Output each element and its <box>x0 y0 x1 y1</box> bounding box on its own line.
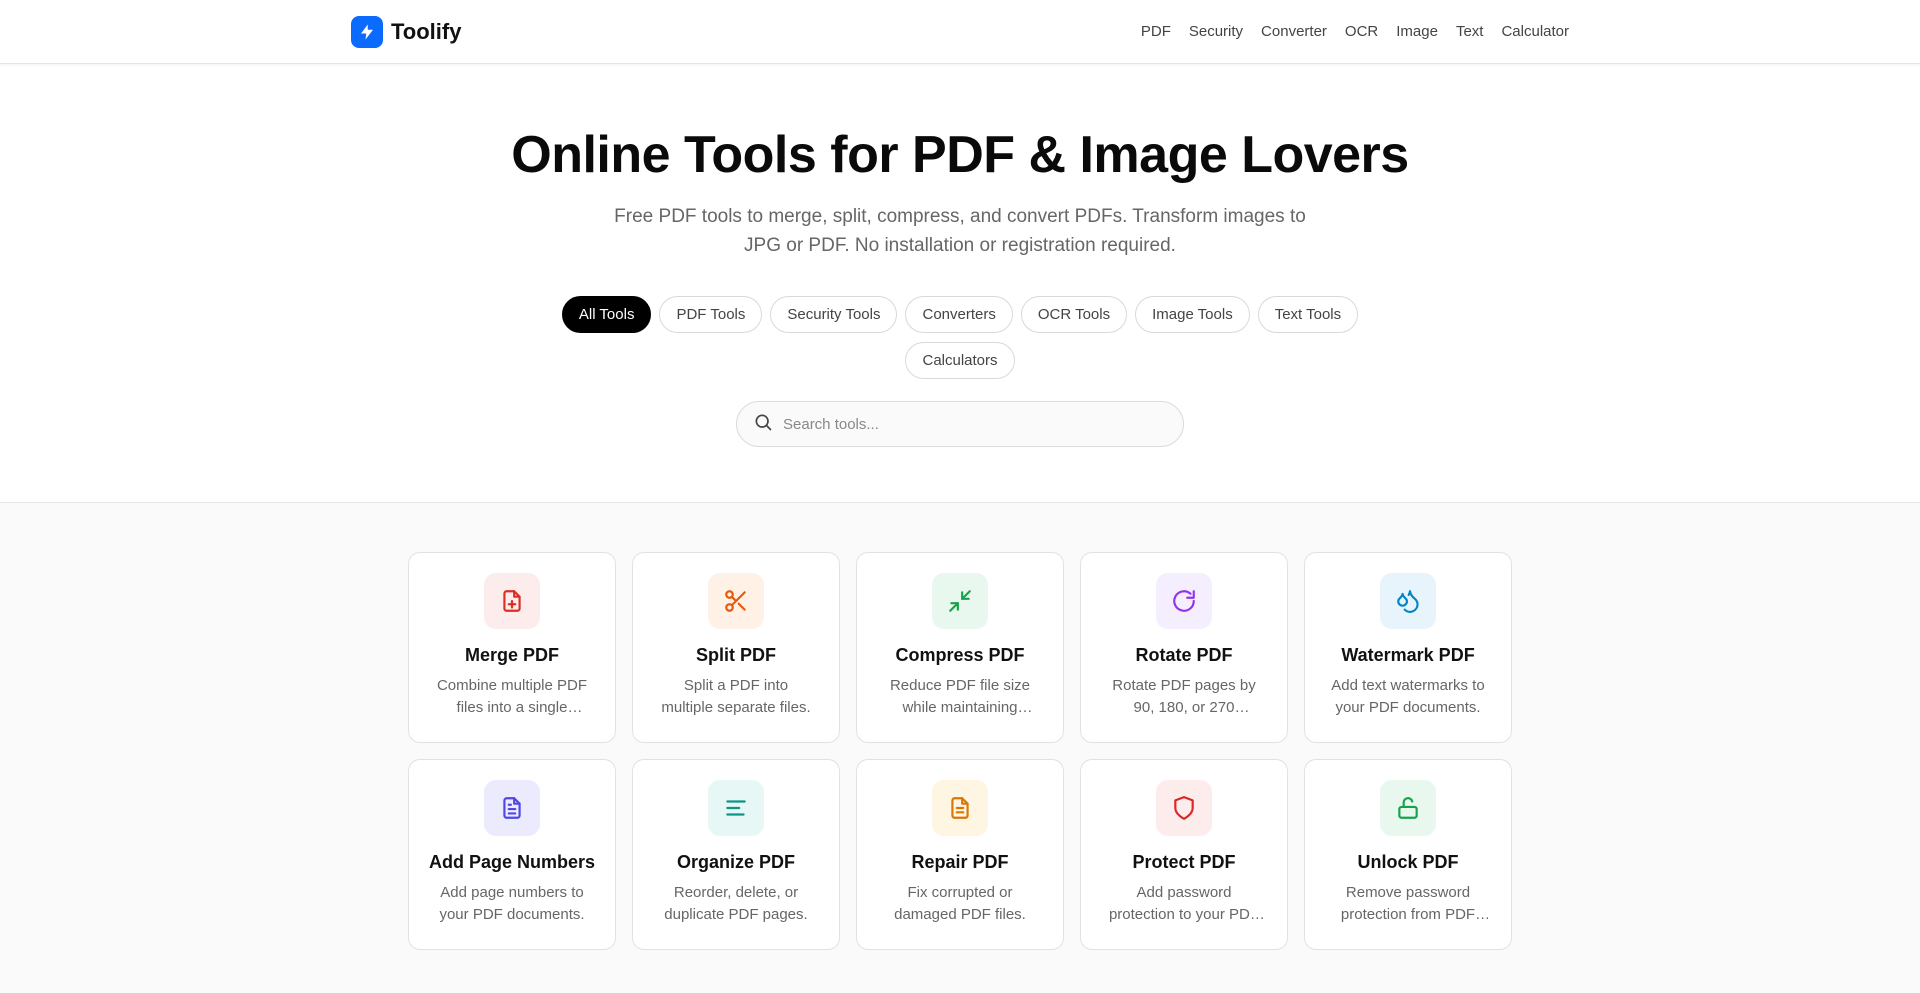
tool-card-unlock-pdf[interactable]: Unlock PDF Remove password protection fro… <box>1304 759 1512 950</box>
tool-card-merge-pdf[interactable]: Merge PDF Combine multiple PDF files into… <box>408 552 616 743</box>
tool-card-add-page-numbers[interactable]: Add Page Numbers Add page numbers to your… <box>408 759 616 950</box>
filter-security-tools[interactable]: Security Tools <box>770 296 898 334</box>
compress-icon <box>932 573 988 629</box>
category-filters: All Tools PDF Tools Security Tools Conve… <box>530 296 1390 380</box>
nav-link-security[interactable]: Security <box>1189 23 1243 40</box>
tool-card-watermark-pdf[interactable]: Watermark PDF Add text watermarks to your… <box>1304 552 1512 743</box>
page-subtitle: Free PDF tools to merge, split, compress… <box>614 206 1306 257</box>
tool-description: Reorder, delete, or duplicate PDF pages. <box>664 884 808 923</box>
top-navigation: Toolify PDF Security Converter OCR Image… <box>0 0 1920 64</box>
nav-link-converter[interactable]: Converter <box>1261 23 1327 40</box>
tool-title: Add Page Numbers <box>428 852 596 872</box>
tool-title: Repair PDF <box>911 852 1009 872</box>
tool-card-repair-pdf[interactable]: Repair PDF Fix corrupted or damaged PDF f… <box>856 759 1064 950</box>
tool-title: Rotate PDF <box>1135 645 1233 665</box>
filter-pdf-tools[interactable]: PDF Tools <box>659 296 763 334</box>
nav-link-ocr[interactable]: OCR <box>1345 23 1378 40</box>
tool-description: Add text watermarks to your PDF document… <box>1331 677 1485 716</box>
tool-card-protect-pdf[interactable]: Protect PDF Add password protection to yo… <box>1080 759 1288 950</box>
tool-title: Compress PDF <box>895 645 1025 665</box>
search-input[interactable] <box>783 415 1167 433</box>
shield-icon <box>1156 780 1212 836</box>
lightning-logo-icon <box>351 15 383 48</box>
tool-title: Protect PDF <box>1132 852 1236 872</box>
tool-title: Merge PDF <box>464 645 560 665</box>
tool-description: Add page numbers to your PDF documents. <box>439 884 585 923</box>
nav-links: PDF Security Converter OCR Image Text Ca… <box>1141 23 1569 40</box>
tool-card-compress-pdf[interactable]: Compress PDF Reduce PDF file size while m… <box>856 552 1064 743</box>
file-text-icon <box>484 780 540 836</box>
nav-link-image[interactable]: Image <box>1396 23 1438 40</box>
page-title: Online Tools for PDF & Image Lovers <box>511 126 1409 184</box>
brand[interactable]: Toolify <box>351 15 462 48</box>
tool-description: Fix corrupted or damaged PDF files. <box>894 884 1026 923</box>
filter-all-tools[interactable]: All Tools <box>561 296 652 334</box>
filter-converters[interactable]: Converters <box>905 296 1013 334</box>
tools-section: Merge PDF Combine multiple PDF files into… <box>0 502 1920 993</box>
filter-image-tools[interactable]: Image Tools <box>1135 296 1250 334</box>
tool-title: Unlock PDF <box>1357 852 1459 872</box>
tool-description: Rotate PDF pages by 90, 180, or 270 degr… <box>1112 677 1256 716</box>
tool-title: Organize PDF <box>676 852 796 872</box>
nav-link-pdf[interactable]: PDF <box>1141 23 1171 40</box>
filter-ocr-tools[interactable]: OCR Tools <box>1020 296 1128 334</box>
file-plus-icon <box>484 573 540 629</box>
tool-card-rotate-pdf[interactable]: Rotate PDF Rotate PDF pages by 90, 180, o… <box>1080 552 1288 743</box>
search-bar[interactable] <box>736 401 1184 448</box>
unlock-icon <box>1380 780 1436 836</box>
tool-description: Reduce PDF file size while maintaining q… <box>889 677 1031 716</box>
droplets-icon <box>1380 573 1436 629</box>
tool-card-organize-pdf[interactable]: Organize PDF Reorder, delete, or duplicat… <box>632 759 840 950</box>
rotate-icon <box>1156 573 1212 629</box>
search-icon <box>753 412 773 437</box>
tool-description: Combine multiple PDF files into a single… <box>436 677 588 716</box>
align-left-icon <box>708 780 764 836</box>
hero-section: Online Tools for PDF & Image Lovers Free… <box>0 64 1920 502</box>
brand-name: Toolify <box>391 18 462 44</box>
tool-grid: Merge PDF Combine multiple PDF files into… <box>408 552 1512 950</box>
tool-title: Watermark PDF <box>1341 645 1475 665</box>
tool-description: Remove password protection from PDF file… <box>1340 884 1476 923</box>
tool-card-split-pdf[interactable]: Split PDF Split a PDF into multiple separ… <box>632 552 840 743</box>
tool-title: Split PDF <box>696 645 776 665</box>
filter-text-tools[interactable]: Text Tools <box>1257 296 1359 334</box>
tool-description: Split a PDF into multiple separate files… <box>661 677 811 716</box>
nav-link-text[interactable]: Text <box>1456 23 1484 40</box>
scissors-icon <box>708 573 764 629</box>
tool-description: Add password protection to your PDF file… <box>1108 884 1260 923</box>
filter-calculators[interactable]: Calculators <box>905 342 1015 380</box>
file-repair-icon <box>932 780 988 836</box>
nav-link-calculator[interactable]: Calculator <box>1501 23 1569 40</box>
